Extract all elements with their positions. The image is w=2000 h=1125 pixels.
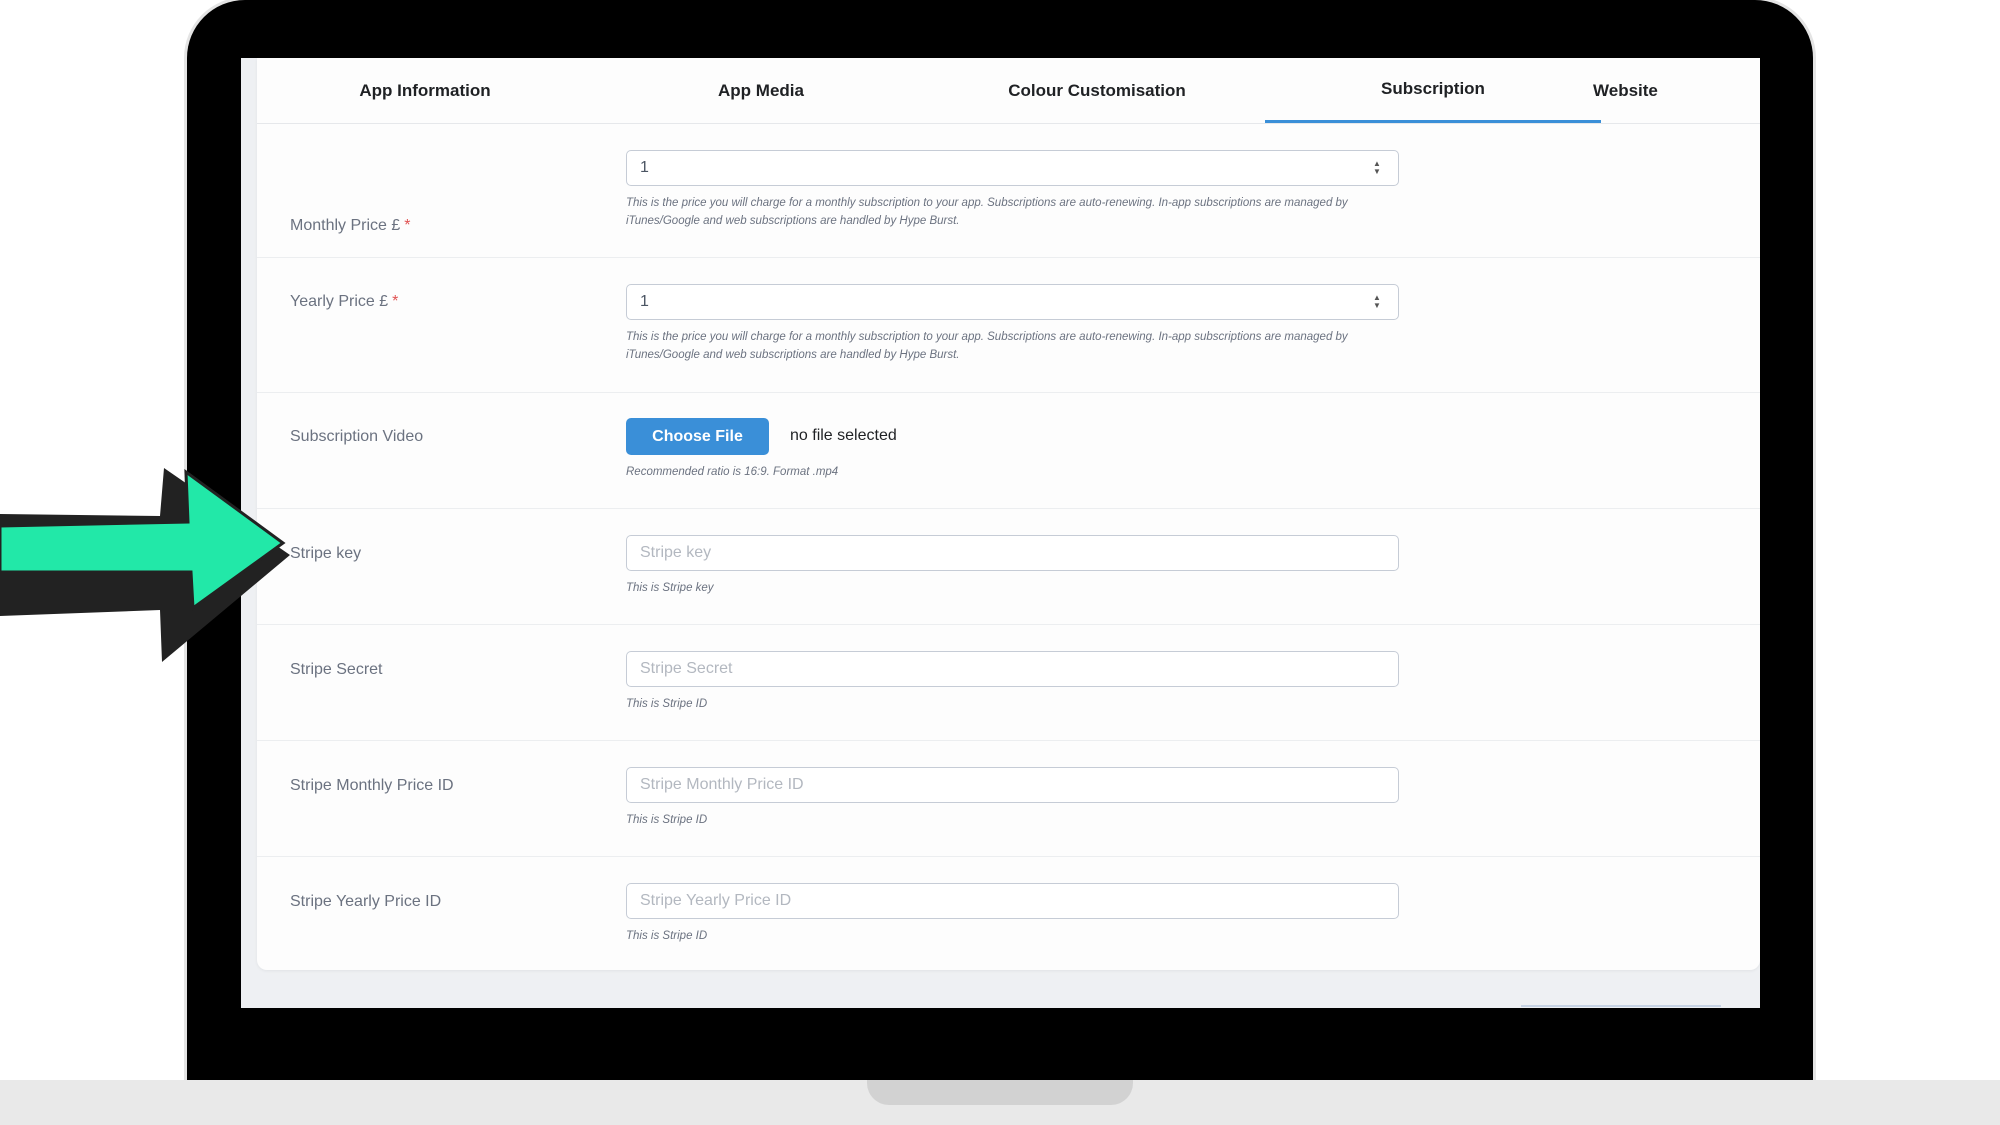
stripe-key-label: Stripe key — [290, 545, 362, 562]
monthly-price-label: Monthly Price £ * — [290, 215, 470, 236]
stripe-monthly-price-id-label: Stripe Monthly Price ID — [290, 777, 454, 794]
required-mark: * — [392, 293, 399, 310]
required-mark: * — [404, 217, 411, 234]
stripe-monthly-price-id-input[interactable] — [626, 767, 1399, 803]
subscription-video-row — [257, 393, 1760, 509]
app-screen: App Information App Media Colour Customi… — [241, 58, 1760, 1008]
tab-bar: App Information App Media Colour Customi… — [257, 58, 1760, 124]
choose-file-button[interactable]: Choose File — [626, 418, 769, 455]
yearly-price-label: Yearly Price £ * — [290, 291, 470, 312]
monthly-price-input[interactable] — [626, 150, 1399, 186]
stripe-monthly-price-id-help: This is Stripe ID — [626, 814, 708, 826]
tab-app-media[interactable]: App Media — [593, 58, 929, 123]
monthly-price-help: This is the price you will charge for a … — [626, 197, 1348, 227]
stripe-yearly-price-id-help: This is Stripe ID — [626, 930, 708, 942]
yearly-price-label-text: Yearly Price £ — [290, 293, 389, 310]
tab-colour-customisation[interactable]: Colour Customisation — [929, 58, 1265, 123]
tab-website[interactable]: Website — [1425, 58, 1760, 123]
yearly-price-input[interactable] — [626, 284, 1399, 320]
subscription-video-label: Subscription Video — [290, 428, 424, 445]
stripe-yearly-price-id-label: Stripe Yearly Price ID — [290, 893, 442, 910]
laptop-notch — [867, 1080, 1133, 1105]
pointer-arrow-icon — [0, 468, 290, 662]
stripe-key-help: This is Stripe key — [626, 582, 714, 594]
monthly-price-row — [257, 123, 1760, 258]
yearly-price-help: This is the price you will charge for a … — [626, 331, 1348, 361]
yearly-price-stepper[interactable]: ▲ ▼ — [1370, 292, 1384, 312]
monthly-price-label-text: Monthly Price £ — [290, 217, 401, 234]
subscription-video-help: Recommended ratio is 16:9. Format .mp4 — [626, 466, 839, 478]
tab-app-information[interactable]: App Information — [257, 58, 593, 123]
stripe-secret-label: Stripe Secret — [290, 661, 383, 678]
stripe-yearly-price-id-input[interactable] — [626, 883, 1399, 919]
scroll-hint-line — [1521, 1005, 1721, 1007]
file-status-text: no file selected — [790, 427, 897, 444]
monthly-price-stepper[interactable]: ▲ ▼ — [1370, 158, 1384, 178]
stripe-secret-input[interactable] — [626, 651, 1399, 687]
stripe-key-input[interactable] — [626, 535, 1399, 571]
stripe-secret-help: This is Stripe ID — [626, 698, 708, 710]
settings-card: App Information App Media Colour Customi… — [257, 58, 1760, 970]
yearly-price-row — [257, 258, 1760, 393]
